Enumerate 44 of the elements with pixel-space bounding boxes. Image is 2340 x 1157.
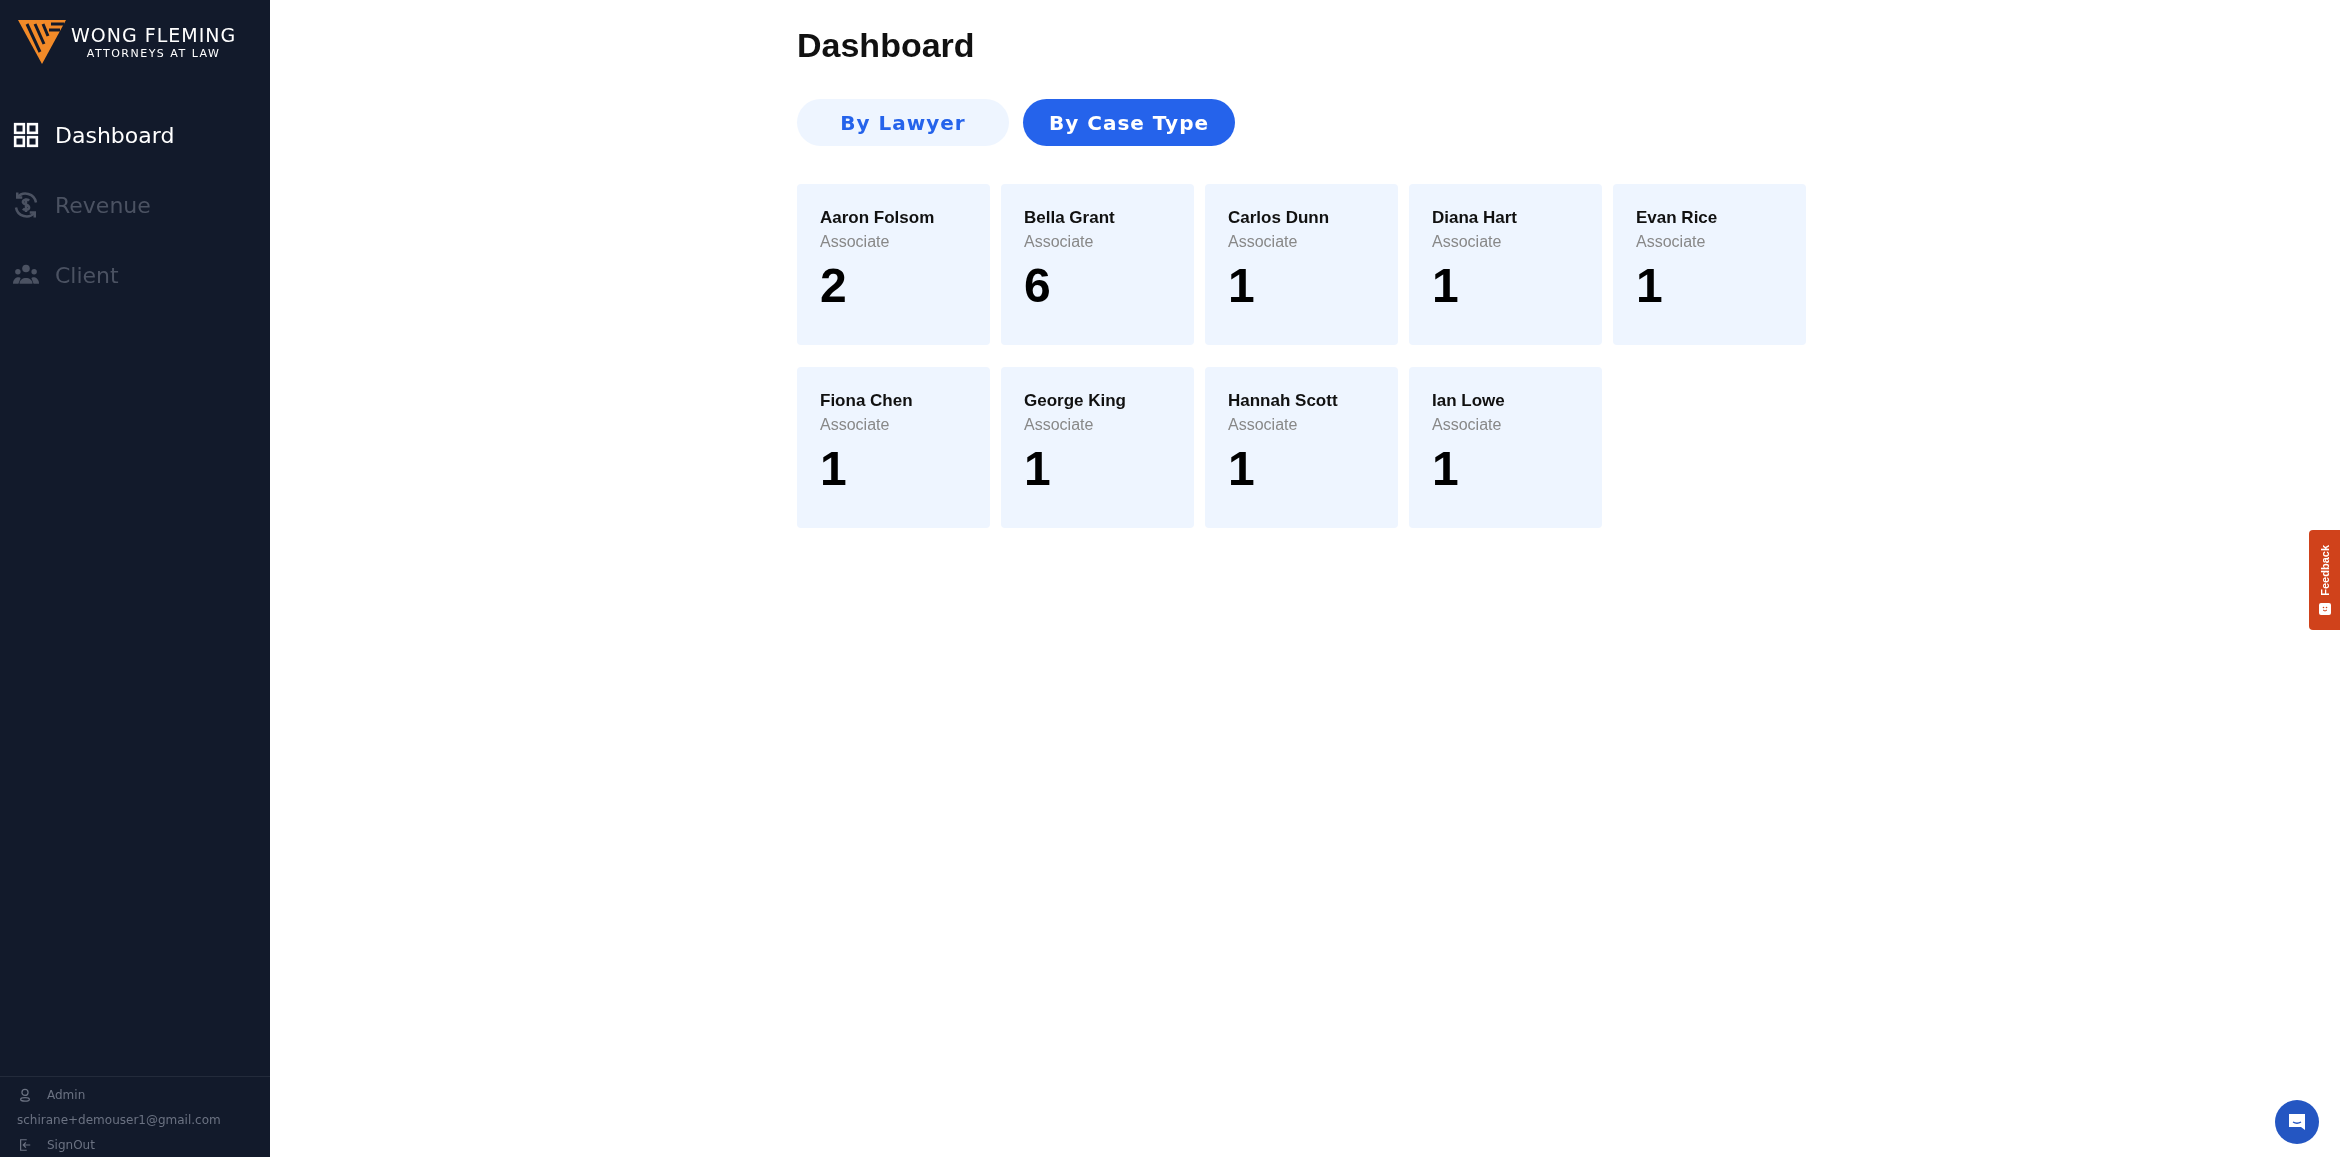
lawyer-role: Associate (1636, 233, 1707, 251)
lawyer-role: Associate (820, 233, 891, 251)
tab[interactable]: By Case Type (1023, 99, 1235, 146)
chat-icon (2287, 1112, 2307, 1132)
case-count: 1 (1636, 258, 1664, 313)
nav-item[interactable]: Dashboard (11, 114, 270, 156)
logo-icon (17, 18, 67, 66)
case-count: 1 (1024, 441, 1052, 496)
lawyer-role: Associate (1228, 416, 1299, 434)
lawyer-role: Associate (1432, 416, 1503, 434)
lawyer-name: Fiona Chen (820, 391, 914, 411)
case-count: 1 (1228, 441, 1256, 496)
smile-icon (2318, 603, 2331, 616)
lawyer-role: Associate (1432, 233, 1503, 251)
grid-icon (11, 122, 41, 148)
feedback-tab[interactable]: Feedback (2309, 530, 2340, 630)
lawyer-name: Bella Grant (1024, 208, 1116, 228)
page-title: Dashboard (797, 26, 976, 65)
case-count: 1 (1432, 258, 1460, 313)
user-icon (18, 1087, 32, 1103)
lawyer-name: Aaron Folsom (820, 208, 936, 228)
lawyer-role: Associate (1228, 233, 1299, 251)
chat-button[interactable] (2275, 1100, 2319, 1144)
lawyer-name: Carlos Dunn (1228, 208, 1331, 228)
user-role: Admin (47, 1088, 86, 1102)
case-count: 2 (820, 258, 848, 313)
sign-out-icon (18, 1137, 32, 1153)
logo-tagline: ATTORNEYS AT LAW (86, 47, 221, 60)
case-count: 1 (1228, 258, 1256, 313)
case-count: 6 (1024, 258, 1052, 313)
lawyer-name: Hannah Scott (1228, 391, 1339, 411)
case-count: 1 (820, 441, 848, 496)
lawyer-role: Associate (1024, 416, 1095, 434)
lawyer-role: Associate (1024, 233, 1095, 251)
user-email: schirane+demouser1@gmail.com (17, 1113, 222, 1127)
tab[interactable]: By Lawyer (797, 99, 1009, 146)
sign-out-link[interactable]: SignOut (18, 1137, 270, 1153)
lawyer-name: George King (1024, 391, 1127, 411)
lawyer-name: Evan Rice (1636, 208, 1719, 228)
lawyer-role: Associate (820, 416, 891, 434)
case-count: 1 (1432, 441, 1460, 496)
logo-name: WONG FLEMING (71, 24, 237, 46)
lawyer-name: Diana Hart (1432, 208, 1519, 228)
lawyer-name: Ian Lowe (1432, 391, 1506, 411)
